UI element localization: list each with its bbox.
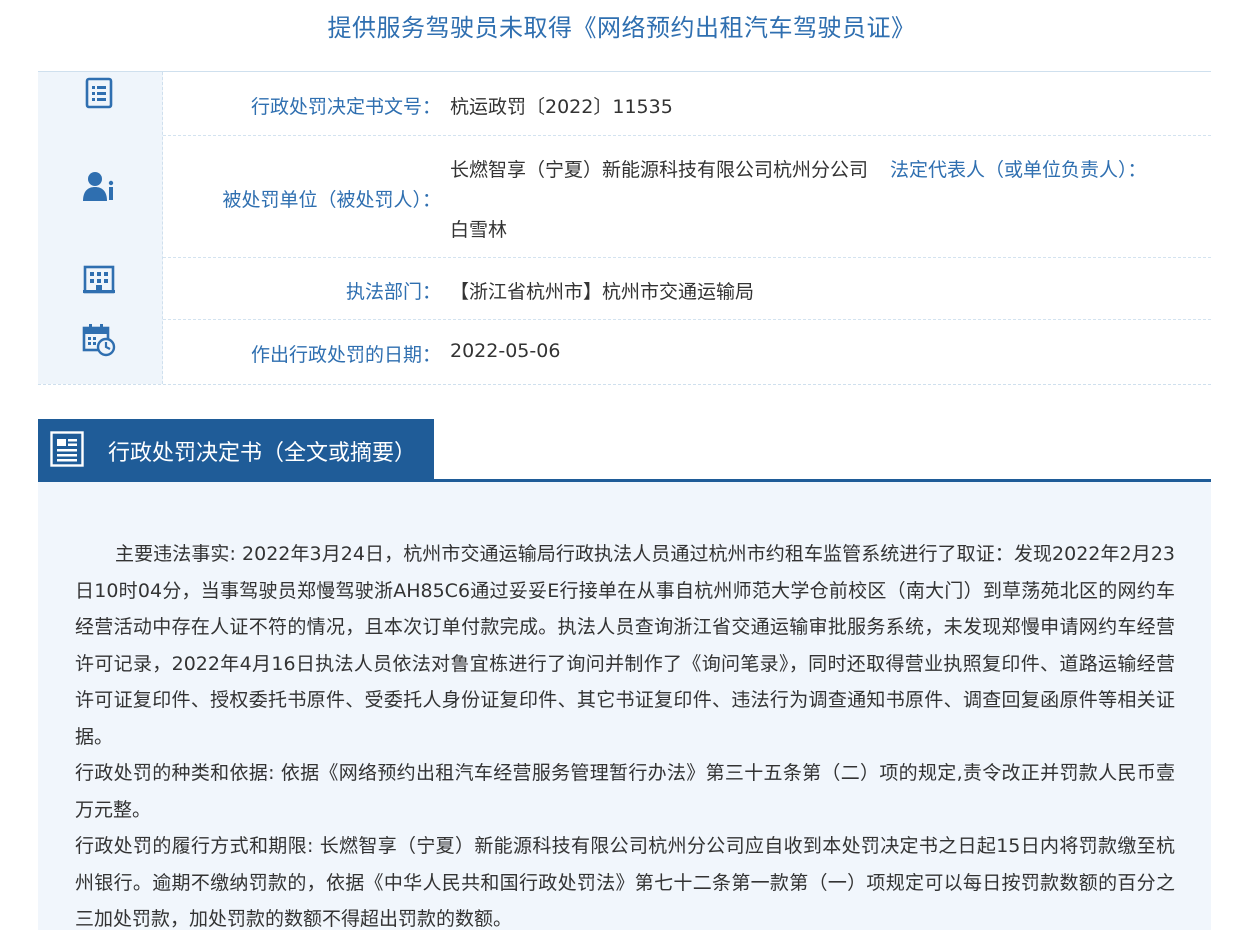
info-row-doc-number: 行政处罚决定书文号： 杭运政罚〔2022〕11535 bbox=[163, 72, 1211, 136]
legal-rep-label: 法定代表人（或单位负责人）： bbox=[890, 159, 1147, 181]
execution-terms-paragraph: 行政处罚的履行方式和期限: 长燃智享（宁夏）新能源科技有限公司杭州分公司应自收到… bbox=[75, 835, 1175, 930]
doc-number-value: 杭运政罚〔2022〕11535 bbox=[450, 96, 673, 118]
party-company-value: 长燃智享（宁夏）新能源科技有限公司杭州分公司 bbox=[450, 159, 869, 181]
date-value: 2022-05-06 bbox=[450, 340, 561, 362]
info-row-department: 执法部门： 【浙江省杭州市】杭州市交通运输局 bbox=[163, 258, 1211, 320]
penalty-basis-paragraph: 行政处罚的种类和依据: 依据《网络预约出租汽车经营服务管理暂行办法》第三十五条第… bbox=[75, 762, 1175, 821]
violation-facts-paragraph: 主要违法事实: 2022年3月24日，杭州市交通运输局行政执法人员通过杭州市约租… bbox=[75, 543, 1175, 748]
section-header: 行政处罚决定书（全文或摘要） bbox=[38, 419, 1211, 482]
doc-number-label: 行政处罚决定书文号： bbox=[250, 96, 441, 118]
building-icon bbox=[82, 262, 116, 296]
section-title: 行政处罚决定书（全文或摘要） bbox=[108, 441, 417, 466]
person-info-icon bbox=[82, 170, 116, 204]
page-title: 提供服务驾驶员未取得《网络预约出租汽车驾驶员证》 bbox=[327, 14, 916, 42]
icon-column bbox=[38, 72, 163, 384]
info-row-date: 作出行政处罚的日期： 2022-05-06 bbox=[163, 320, 1211, 383]
document-list-icon bbox=[82, 76, 116, 110]
date-label: 作出行政处罚的日期： bbox=[250, 344, 441, 366]
document-icon bbox=[50, 431, 84, 467]
info-row-party: 被处罚单位（被处罚人）： 长燃智享（宁夏）新能源科技有限公司杭州分公司 法定代表人… bbox=[163, 136, 1211, 258]
department-value: 【浙江省杭州市】杭州市交通运输局 bbox=[450, 281, 755, 303]
department-label: 执法部门： bbox=[345, 281, 441, 303]
legal-rep-value: 白雪林 bbox=[450, 219, 508, 241]
info-table: 行政处罚决定书文号： 杭运政罚〔2022〕11535 被处罚单位（被处罚人）： … bbox=[38, 71, 1211, 385]
party-company-line: 长燃智享（宁夏）新能源科技有限公司杭州分公司 法定代表人（或单位负责人）： bbox=[450, 155, 1147, 182]
section-tab: 行政处罚决定书（全文或摘要） bbox=[38, 419, 434, 479]
calendar-clock-icon bbox=[82, 323, 116, 357]
decision-content: 主要违法事实: 2022年3月24日，杭州市交通运输局行政执法人员通过杭州市约租… bbox=[38, 482, 1211, 930]
party-label: 被处罚单位（被处罚人）： bbox=[222, 189, 441, 211]
